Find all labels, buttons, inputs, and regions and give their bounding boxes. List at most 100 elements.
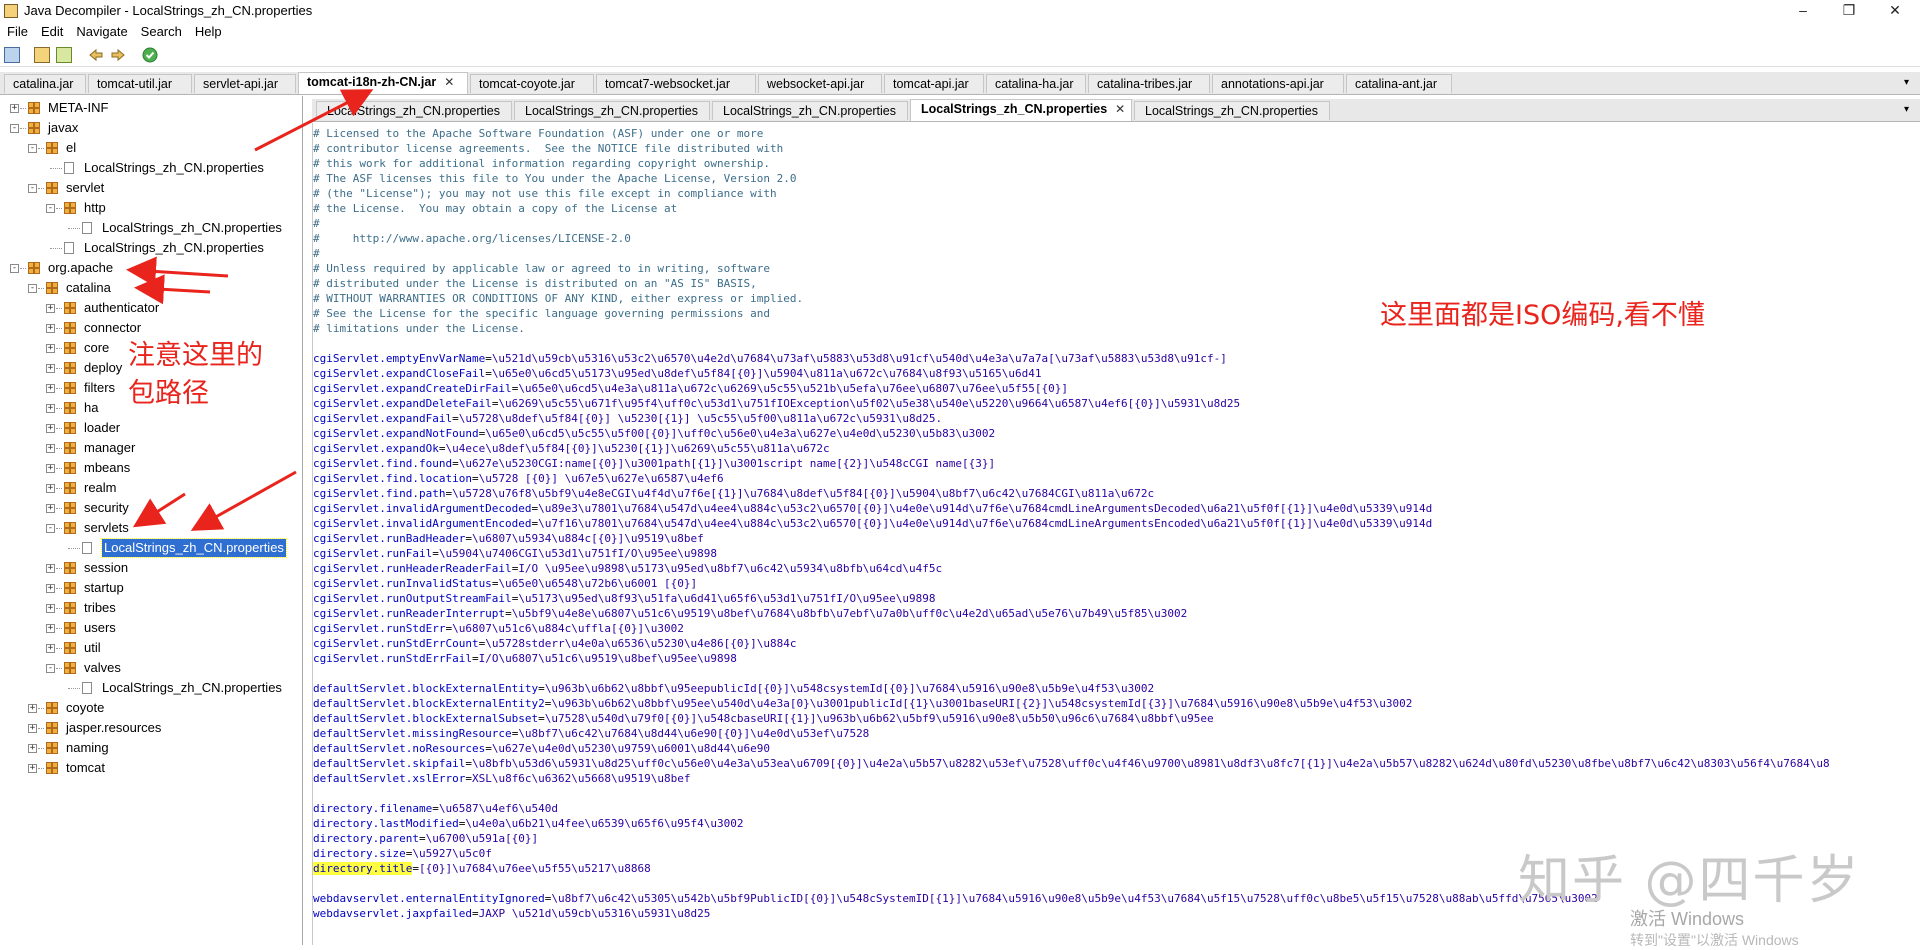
open-file-icon[interactable] (4, 47, 20, 63)
tab-list-icon[interactable]: ▾ (1904, 104, 1909, 115)
tree-package-node[interactable]: + jasper.resources (0, 719, 300, 737)
close-tab-icon[interactable]: ✕ (1115, 102, 1125, 116)
expand-icon[interactable]: + (28, 744, 37, 753)
package-icon (64, 662, 76, 674)
collapse-icon[interactable]: - (46, 524, 55, 533)
tree-package-node[interactable]: + naming (0, 739, 300, 757)
jar-tab[interactable]: catalina-ha.jar (986, 74, 1086, 93)
tree-package-node[interactable]: - javax (0, 119, 300, 137)
about-icon[interactable] (142, 47, 158, 63)
jar-tab[interactable]: tomcat-api.jar (884, 74, 984, 93)
back-icon[interactable] (88, 47, 104, 63)
jar-tab[interactable]: catalina-tribes.jar (1088, 74, 1210, 93)
collapse-icon[interactable]: - (28, 184, 37, 193)
jar-tab[interactable]: catalina.jar (4, 74, 86, 93)
package-tree[interactable]: + META-INF - javax - el LocalStrings_zh_CN.pro… (0, 96, 303, 945)
expand-icon[interactable]: + (46, 604, 55, 613)
tree-package-node[interactable]: + realm (0, 479, 300, 497)
minimize-button[interactable]: – (1780, 0, 1826, 22)
search-icon[interactable] (56, 47, 72, 63)
collapse-icon[interactable]: - (28, 144, 37, 153)
tree-package-node[interactable]: + authenticator (0, 299, 300, 317)
tree-package-node[interactable]: + connector (0, 319, 300, 337)
property-value: I/O \u95ee\u9898\u5173\u95ed\u8bf7\u6c42… (518, 562, 943, 575)
close-button[interactable]: ✕ (1872, 0, 1918, 22)
expand-icon[interactable]: + (46, 404, 55, 413)
expand-icon[interactable]: + (28, 704, 37, 713)
tree-node-label: ha (84, 400, 99, 415)
collapse-icon[interactable]: - (46, 664, 55, 673)
tree-package-node[interactable]: - valves (0, 659, 300, 677)
expand-icon[interactable]: + (46, 384, 55, 393)
forward-icon[interactable] (110, 47, 126, 63)
expand-icon[interactable]: + (46, 624, 55, 633)
file-tab[interactable]: LocalStrings_zh_CN.properties (1134, 101, 1330, 120)
tree-package-node[interactable]: + util (0, 639, 300, 657)
jar-tab[interactable]: catalina-ant.jar (1346, 74, 1452, 93)
tree-package-node[interactable]: - http (0, 199, 300, 217)
tree-package-node[interactable]: + tribes (0, 599, 300, 617)
file-tab-active[interactable]: LocalStrings_zh_CN.properties ✕ (910, 99, 1132, 121)
expand-icon[interactable]: + (46, 504, 55, 513)
expand-icon[interactable]: + (46, 484, 55, 493)
file-tab[interactable]: LocalStrings_zh_CN.properties (712, 101, 908, 120)
menu-search[interactable]: Search (134, 22, 188, 39)
expand-icon[interactable]: + (46, 344, 55, 353)
collapse-icon[interactable]: - (28, 284, 37, 293)
tree-package-node[interactable]: - el (0, 139, 300, 157)
menu-edit[interactable]: Edit (34, 22, 69, 39)
tree-package-node[interactable]: + users (0, 619, 300, 637)
jar-tab[interactable]: annotations-api.jar (1212, 74, 1344, 93)
collapse-icon[interactable]: - (46, 204, 55, 213)
jar-tab[interactable]: websocket-api.jar (758, 74, 882, 93)
collapse-icon[interactable]: - (10, 124, 19, 133)
expand-icon[interactable]: + (46, 424, 55, 433)
activate-windows-subtitle: 转到"设置"以激活 Windows (1630, 932, 1799, 948)
tree-package-node[interactable]: + coyote (0, 699, 300, 717)
tree-file-node[interactable]: LocalStrings_zh_CN.properties (0, 159, 300, 177)
tree-package-node[interactable]: - servlets (0, 519, 300, 537)
tree-package-node[interactable]: + loader (0, 419, 300, 437)
menu-file[interactable]: File (0, 22, 34, 39)
menu-navigate[interactable]: Navigate (69, 22, 133, 39)
tree-package-node[interactable]: + tomcat (0, 759, 300, 777)
tree-package-node[interactable]: + startup (0, 579, 300, 597)
expand-icon[interactable]: + (10, 104, 19, 113)
tree-package-node[interactable]: + mbeans (0, 459, 300, 477)
file-tab[interactable]: LocalStrings_zh_CN.properties (514, 101, 710, 120)
jar-tab[interactable]: tomcat-coyote.jar (470, 74, 594, 93)
tab-list-icon[interactable]: ▾ (1904, 77, 1909, 88)
expand-icon[interactable]: + (46, 564, 55, 573)
tree-file-node[interactable]: LocalStrings_zh_CN.properties (0, 679, 300, 697)
expand-icon[interactable]: + (46, 304, 55, 313)
restore-button[interactable]: ❐ (1826, 0, 1872, 22)
code-editor[interactable]: # Licensed to the Apache Software Founda… (312, 123, 1920, 945)
tree-package-node[interactable]: + security (0, 499, 300, 517)
close-tab-icon[interactable]: ✕ (444, 75, 454, 89)
tree-package-node[interactable]: + META-INF (0, 99, 300, 117)
expand-icon[interactable]: + (46, 584, 55, 593)
tree-package-node[interactable]: + session (0, 559, 300, 577)
open-type-icon[interactable] (34, 47, 50, 63)
jar-tab[interactable]: servlet-api.jar (194, 74, 296, 93)
tree-package-node[interactable]: - servlet (0, 179, 300, 197)
jar-tab[interactable]: tomcat-util.jar (88, 74, 192, 93)
expand-icon[interactable]: + (46, 644, 55, 653)
tree-file-node[interactable]: LocalStrings_zh_CN.properties (0, 239, 300, 257)
tree-package-node[interactable]: - org.apache (0, 259, 300, 277)
jar-tab[interactable]: tomcat7-websocket.jar (596, 74, 756, 93)
expand-icon[interactable]: + (46, 464, 55, 473)
tree-package-node[interactable]: - catalina (0, 279, 300, 297)
jar-tab-active[interactable]: tomcat-i18n-zh-CN.jar ✕ (298, 72, 468, 94)
expand-icon[interactable]: + (46, 324, 55, 333)
expand-icon[interactable]: + (28, 724, 37, 733)
tree-package-node[interactable]: + manager (0, 439, 300, 457)
file-tab[interactable]: LocalStrings_zh_CN.properties (316, 101, 512, 120)
collapse-icon[interactable]: - (10, 264, 19, 273)
tree-file-node[interactable]: LocalStrings_zh_CN.properties (0, 538, 300, 558)
expand-icon[interactable]: + (46, 364, 55, 373)
expand-icon[interactable]: + (46, 444, 55, 453)
menu-help[interactable]: Help (188, 22, 228, 39)
expand-icon[interactable]: + (28, 764, 37, 773)
tree-file-node[interactable]: LocalStrings_zh_CN.properties (0, 219, 300, 237)
